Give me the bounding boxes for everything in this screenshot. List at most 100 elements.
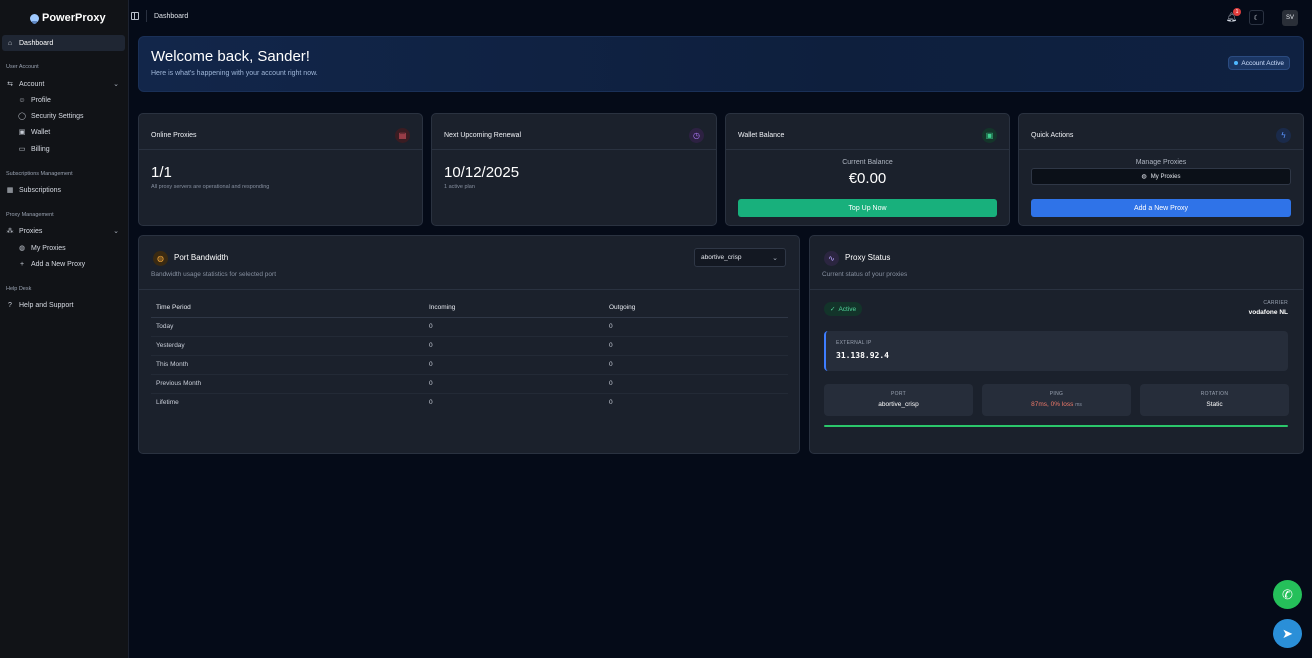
sidebar-toggle-icon[interactable] bbox=[131, 12, 139, 20]
sidebar-item-label: Account bbox=[19, 80, 45, 88]
column-header: Time Period bbox=[151, 298, 424, 318]
topbar: Dashboard 🔔︎ 1 ☾ SV bbox=[129, 0, 1312, 34]
welcome-title: Welcome back, Sander! bbox=[151, 48, 310, 65]
sidebar-item-wallet[interactable]: ▣ Wallet bbox=[14, 124, 124, 140]
user-icon: ☺ bbox=[18, 96, 26, 104]
online-proxies-note: All proxy servers are operational and re… bbox=[151, 184, 270, 190]
credit-card-icon: ▭ bbox=[18, 146, 26, 153]
sidebar-item-help-and-support[interactable]: ? Help and Support bbox=[2, 297, 125, 313]
sidebar-item-label: Add a New Proxy bbox=[31, 260, 86, 268]
wallet-card: Wallet Balance ▣ Current Balance €0.00 T… bbox=[725, 113, 1010, 226]
port-select[interactable]: abortive_crisp ⌄ bbox=[694, 248, 786, 267]
welcome-subtitle: Here is what's happening with your accou… bbox=[151, 70, 318, 77]
sidebar-item-label: Subscriptions bbox=[19, 186, 62, 194]
sidebar-item-label: Dashboard bbox=[19, 39, 54, 47]
carrier-label: CARRIER bbox=[1263, 300, 1288, 306]
sidebar-item-add-new-proxy[interactable]: + Add a New Proxy bbox=[14, 256, 124, 272]
online-proxies-value: 1/1 bbox=[151, 164, 172, 181]
sliders-icon: ⇆ bbox=[7, 81, 13, 88]
card-title: Quick Actions bbox=[1031, 132, 1074, 139]
plus-icon: + bbox=[19, 260, 25, 268]
ping-stat: PING 87ms, 0% loss ms bbox=[982, 384, 1131, 416]
app-logo[interactable]: PowerProxy bbox=[30, 12, 106, 24]
sidebar-item-label: Help and Support bbox=[19, 301, 74, 309]
sidebar-item-subscriptions[interactable]: ▦ Subscriptions bbox=[2, 182, 125, 198]
renewal-note: 1 active plan bbox=[444, 184, 475, 190]
globe-icon: ◍ bbox=[153, 251, 168, 266]
sidebar-item-label: My Proxies bbox=[31, 244, 66, 252]
table-cell: Today bbox=[151, 317, 424, 337]
sidebar-item-security-settings[interactable]: ◯ Security Settings bbox=[14, 108, 124, 124]
card-title: Wallet Balance bbox=[738, 132, 785, 139]
sidebar-item-proxies[interactable]: ⁂ Proxies ⌄ bbox=[2, 223, 125, 239]
sidebar-item-my-proxies[interactable]: ◍ My Proxies bbox=[14, 240, 124, 256]
chevron-down-icon: ⌄ bbox=[113, 228, 119, 235]
ping-label: PING bbox=[1049, 391, 1064, 397]
breadcrumb: Dashboard bbox=[154, 13, 189, 20]
table-row: This Month 0 0 bbox=[151, 355, 788, 375]
add-new-proxy-button[interactable]: Add a New Proxy bbox=[1031, 199, 1291, 217]
rotation-label: ROTATION bbox=[1200, 391, 1229, 397]
welcome-banner: Welcome back, Sander! Here is what's hap… bbox=[138, 36, 1304, 92]
renewal-date: 10/12/2025 bbox=[444, 164, 520, 181]
table-cell: 0 bbox=[424, 336, 604, 356]
status-dot-icon bbox=[1234, 61, 1239, 65]
section-label-proxy-management: Proxy Management bbox=[6, 212, 54, 218]
wallet-icon: ▣ bbox=[982, 128, 997, 143]
sidebar-item-label: Wallet bbox=[31, 128, 51, 136]
whatsapp-button[interactable]: ✆ bbox=[1273, 580, 1302, 609]
table-cell: 0 bbox=[424, 374, 604, 394]
bandwidth-table: Time Period Incoming Outgoing Today 0 0 … bbox=[151, 298, 788, 412]
column-header: Outgoing bbox=[604, 298, 788, 318]
rotation-value: Static bbox=[1206, 401, 1223, 408]
table-row: Today 0 0 bbox=[151, 317, 788, 337]
sidebar-item-label: Profile bbox=[31, 96, 51, 104]
my-proxies-button[interactable]: ◍ My Proxies bbox=[1031, 168, 1291, 185]
globe-icon: ◍ bbox=[18, 245, 26, 252]
bandwidth-title: Port Bandwidth bbox=[174, 253, 229, 262]
port-select-value: abortive_crisp bbox=[701, 254, 742, 261]
table-row: Lifetime 0 0 bbox=[151, 393, 788, 412]
theme-toggle-button[interactable]: ☾ bbox=[1249, 10, 1264, 25]
external-ip-value: 31.138.92.4 bbox=[836, 351, 889, 360]
table-cell: Lifetime bbox=[156, 399, 179, 407]
table-row: Yesterday 0 0 bbox=[151, 336, 788, 356]
table-cell: 0 bbox=[604, 355, 788, 375]
ping-value: 87ms, 0% loss bbox=[1031, 401, 1074, 408]
check-circle-icon: ✓ bbox=[830, 306, 836, 313]
table-cell: 0 bbox=[604, 374, 788, 394]
avatar[interactable]: SV bbox=[1282, 10, 1298, 26]
current-balance-label: Current Balance bbox=[842, 159, 893, 166]
logo-icon bbox=[30, 13, 39, 24]
ping-value-wrap: 87ms, 0% loss ms bbox=[982, 401, 1131, 408]
port-stat: PORT abortive_crisp bbox=[824, 384, 973, 416]
card-title: Online Proxies bbox=[151, 132, 197, 139]
status-badge-label: Active bbox=[838, 305, 857, 313]
renewal-card: Next Upcoming Renewal ◷ 10/12/2025 1 act… bbox=[431, 113, 717, 226]
proxy-status-subtitle: Current status of your proxies bbox=[822, 271, 908, 278]
section-label-user-account: User Account bbox=[6, 64, 39, 70]
sidebar-item-account[interactable]: ⇆ Account ⌄ bbox=[2, 76, 125, 92]
sidebar: PowerProxy ⌂ Dashboard User Account ⇆ Ac… bbox=[0, 0, 129, 658]
server-icon: ▤ bbox=[395, 128, 410, 143]
current-balance-value: €0.00 bbox=[848, 170, 887, 187]
telegram-button[interactable]: ➤ bbox=[1273, 619, 1302, 648]
divider bbox=[810, 289, 1303, 290]
globe-icon: ◍ bbox=[1141, 174, 1147, 180]
moon-icon: ☾ bbox=[1253, 14, 1260, 22]
chevron-down-icon: ⌄ bbox=[772, 254, 778, 262]
table-cell: This Month bbox=[151, 355, 424, 375]
table-header-row: Time Period Incoming Outgoing bbox=[151, 298, 788, 318]
column-header: Incoming bbox=[424, 298, 604, 318]
sidebar-item-billing[interactable]: ▭ Billing bbox=[14, 141, 124, 157]
clock-icon: ◷ bbox=[689, 128, 704, 143]
card-title: Next Upcoming Renewal bbox=[444, 132, 522, 139]
account-status-badge: Account Active bbox=[1228, 56, 1290, 70]
sidebar-item-profile[interactable]: ☺ Profile bbox=[14, 92, 124, 108]
table-cell: 0 bbox=[424, 317, 604, 337]
top-up-button[interactable]: Top Up Now bbox=[738, 199, 997, 217]
sidebar-item-dashboard[interactable]: ⌂ Dashboard bbox=[2, 35, 125, 51]
rotation-stat: ROTATION Static bbox=[1140, 384, 1289, 416]
section-label-subscriptions: Subscriptions Management bbox=[6, 171, 73, 177]
activity-icon: ∿ bbox=[824, 251, 839, 266]
